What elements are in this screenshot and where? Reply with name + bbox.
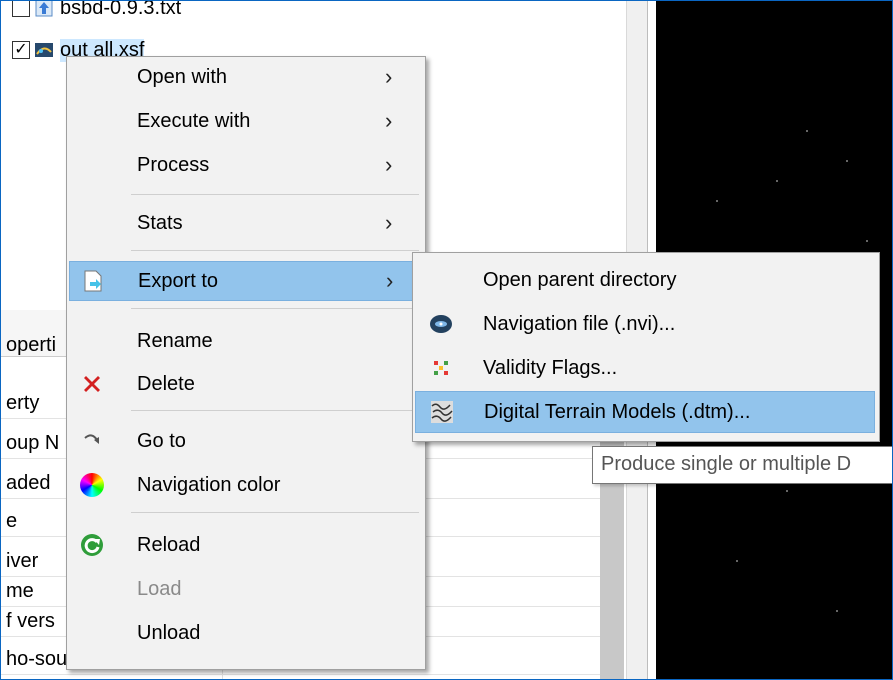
tree-item-label: bsbd-0.9.3.txt	[60, 0, 182, 19]
menu-separator	[131, 512, 419, 513]
submenu-arrow-icon: ›	[386, 268, 394, 293]
export-icon	[80, 268, 106, 294]
menu-item-label: Navigation file (.nvi)...	[483, 312, 676, 335]
reload-icon	[79, 532, 105, 558]
menu-item-label: Process	[137, 153, 210, 176]
submenu-arrow-icon: ›	[385, 108, 393, 133]
menu-item-label: Validity Flags...	[483, 356, 618, 379]
menu-item-open-with[interactable]: Open with ›	[69, 57, 421, 97]
validity-flags-icon	[429, 356, 453, 380]
menu-item-label: Open parent directory	[483, 268, 677, 291]
delete-icon	[79, 371, 105, 397]
point-mark	[806, 130, 808, 132]
submenu-item-navigation-file[interactable]: Navigation file (.nvi)...	[415, 303, 875, 345]
menu-item-go-to[interactable]: Go to	[69, 421, 421, 461]
menu-separator	[131, 194, 419, 195]
menu-item-process[interactable]: Process ›	[69, 145, 421, 185]
submenu-arrow-icon: ›	[385, 210, 393, 235]
menu-item-load[interactable]: Load	[69, 569, 421, 609]
point-mark	[716, 200, 718, 202]
point-mark	[846, 160, 848, 162]
tooltip-text: Produce single or multiple D	[601, 453, 852, 475]
tree-item-checkbox[interactable]: ✓	[12, 41, 30, 59]
menu-item-label: Go to	[137, 429, 186, 452]
point-mark	[736, 560, 738, 562]
menu-item-label: Unload	[137, 621, 201, 644]
dtm-icon	[430, 400, 454, 424]
menu-item-export-to[interactable]: Export to ›	[69, 261, 421, 301]
menu-item-stats[interactable]: Stats ›	[69, 203, 421, 243]
navigation-file-icon	[429, 312, 453, 336]
menu-item-label: Load	[137, 577, 182, 600]
goto-icon	[79, 428, 105, 454]
submenu-item-open-parent-directory[interactable]: Open parent directory	[415, 259, 875, 301]
menu-separator	[131, 410, 419, 411]
menu-item-rename[interactable]: Rename	[69, 321, 421, 361]
menu-item-label: Rename	[137, 329, 213, 352]
menu-item-label: Stats	[137, 211, 183, 234]
color-wheel-icon	[79, 472, 105, 498]
point-mark	[836, 610, 838, 612]
point-mark	[786, 490, 788, 492]
menu-item-label: Digital Terrain Models (.dtm)...	[484, 400, 751, 423]
menu-separator	[131, 308, 419, 309]
menu-separator	[131, 250, 419, 251]
sonar-file-icon	[35, 43, 53, 57]
properties-title: operti	[6, 334, 57, 356]
menu-item-delete[interactable]: Delete	[69, 364, 421, 404]
submenu-arrow-icon: ›	[385, 152, 393, 177]
submenu-item-validity-flags[interactable]: Validity Flags...	[415, 347, 875, 389]
menu-item-label: Navigation color	[137, 473, 281, 496]
menu-item-unload[interactable]: Unload	[69, 613, 421, 653]
export-submenu: Open parent directory Navigation file (.…	[412, 252, 880, 442]
submenu-arrow-icon: ›	[385, 64, 393, 89]
point-mark	[866, 240, 868, 242]
point-mark	[776, 180, 778, 182]
upload-file-icon	[35, 0, 53, 17]
check-mark: ✓	[14, 41, 28, 58]
menu-item-label: Export to	[138, 269, 219, 292]
menu-item-reload[interactable]: Reload	[69, 525, 421, 565]
menu-item-execute-with[interactable]: Execute with ›	[69, 101, 421, 141]
menu-item-label: Reload	[137, 533, 201, 556]
menu-item-label: Delete	[137, 372, 195, 395]
tree-item-txt[interactable]: bsbd-0.9.3.txt	[12, 0, 181, 22]
tree-item-checkbox[interactable]	[12, 0, 30, 17]
tooltip: Produce single or multiple D	[592, 446, 893, 484]
menu-item-label: Open with	[137, 65, 228, 88]
submenu-item-digital-terrain-models[interactable]: Digital Terrain Models (.dtm)...	[415, 391, 875, 433]
menu-item-label: Execute with	[137, 109, 251, 132]
context-menu: Open with › Execute with › Process › Sta…	[66, 56, 426, 670]
menu-item-navigation-color[interactable]: Navigation color	[69, 465, 421, 505]
